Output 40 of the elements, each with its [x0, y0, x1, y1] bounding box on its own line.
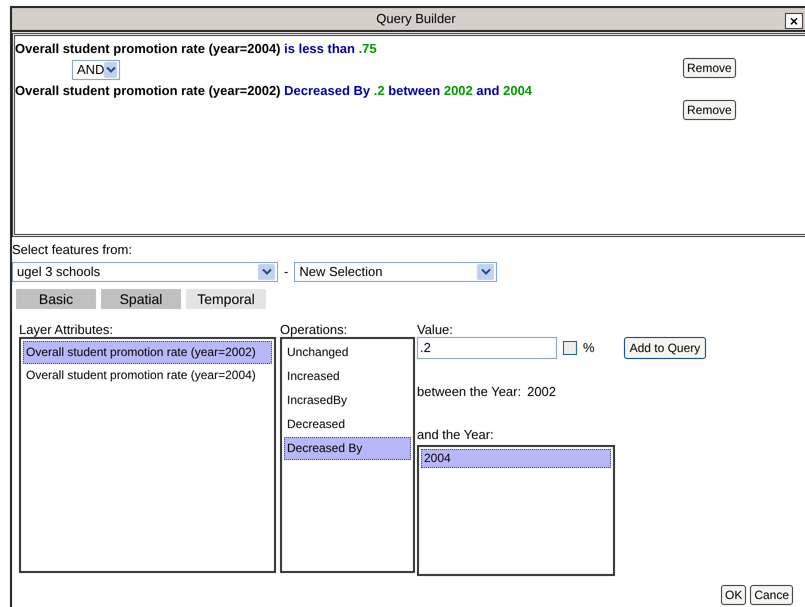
dropdown[interactable]: AND: [72, 60, 120, 80]
remove-button[interactable]: Remove: [683, 58, 736, 78]
tab[interactable]: Temporal: [186, 288, 266, 308]
dialog-button[interactable]: Cance: [750, 584, 794, 604]
list-item[interactable]: IncrasedBy: [284, 388, 411, 412]
dropdown[interactable]: New Selection: [294, 262, 498, 282]
list-box[interactable]: Unchanged Increased IncrasedBy Decreased Decreased By: [280, 336, 415, 572]
dialog-button[interactable]: OK: [721, 584, 746, 604]
tab[interactable]: Basic: [16, 288, 96, 308]
dropdown[interactable]: ugel 3 schools: [12, 262, 278, 282]
percent-checkbox[interactable]: [563, 340, 577, 354]
caret-icon: [477, 264, 494, 280]
list-item[interactable]: Unchanged: [284, 340, 411, 364]
list-item[interactable]: Increased: [284, 364, 411, 388]
list-item[interactable]: 2004: [421, 448, 611, 468]
section-label: Operations:: [280, 320, 348, 336]
list-box[interactable]: Overall student promotion rate (year=2002) Overall student promotion rate (year=2004): [19, 336, 276, 572]
list-item[interactable]: Decreased: [284, 412, 411, 436]
window-title: Query Builder: [376, 10, 456, 28]
list-item[interactable]: Decreased By: [284, 436, 411, 460]
section-label: Select features from:: [12, 241, 133, 259]
list-box[interactable]: 2004: [417, 444, 615, 576]
caret-icon: [104, 62, 117, 78]
year-text: 2002: [527, 382, 556, 400]
section-label: Layer Attributes:: [19, 320, 114, 336]
query-condition: Overall student promotion rate (year=2002) Decreased By .2 between 2002 and 2004: [15, 82, 534, 100]
remove-button[interactable]: Remove: [683, 100, 736, 120]
list-item[interactable]: Overall student promotion rate (year=2004): [23, 364, 272, 386]
section-label: Value:: [417, 320, 453, 336]
percent-label: %: [583, 338, 595, 357]
value-field[interactable]: .2: [417, 336, 557, 358]
caret-icon: [258, 264, 275, 280]
add-to-query-button[interactable]: Add to Query: [624, 336, 706, 358]
close-button[interactable]: ×: [785, 13, 803, 29]
tab[interactable]: Spatial: [101, 288, 181, 308]
between-label: between the Year:: [417, 382, 522, 400]
section-label: and the Year:: [417, 426, 494, 444]
query-condition: Overall student promotion rate (year=2004) is less than .75: [15, 40, 378, 58]
list-item[interactable]: Overall student promotion rate (year=2002): [23, 340, 272, 364]
separator-text: -: [283, 262, 290, 281]
